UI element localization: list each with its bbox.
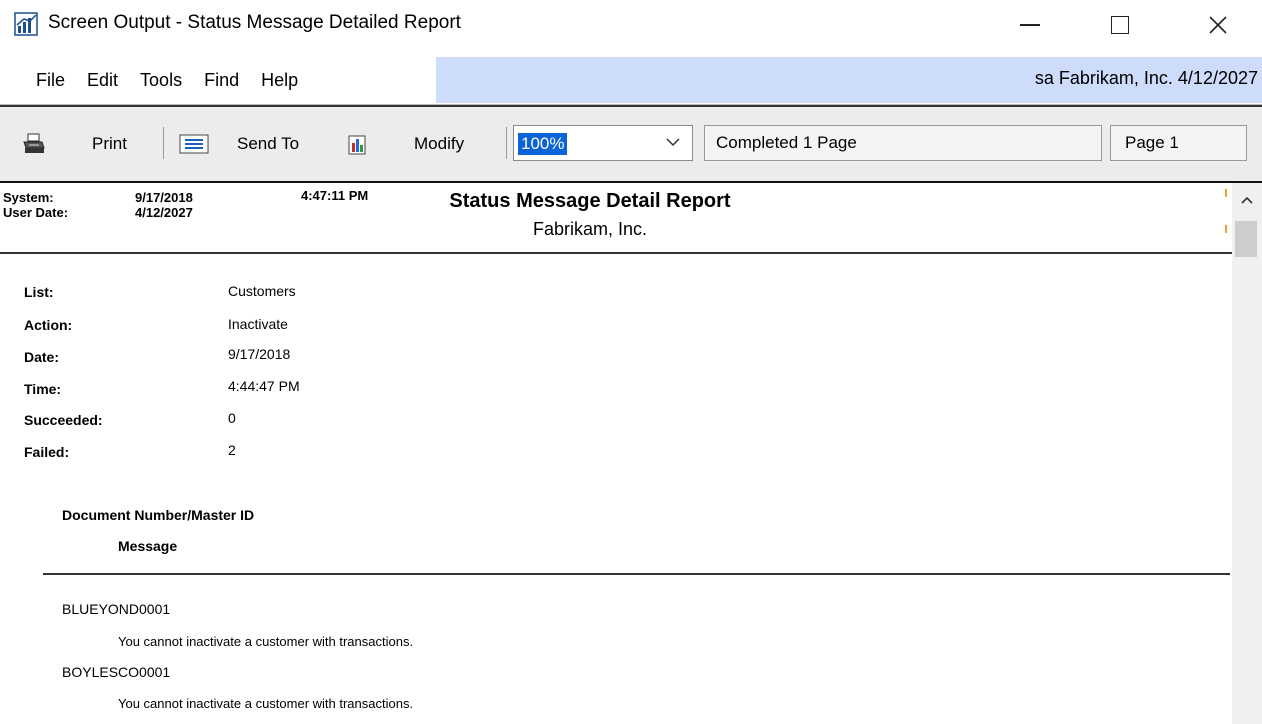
minimize-button[interactable] <box>1002 0 1058 50</box>
printer-icon <box>23 133 45 153</box>
print-label: Print <box>92 134 127 153</box>
field-value-succeeded: 0 <box>228 410 236 426</box>
chevron-down-icon <box>666 138 680 147</box>
table-row-message: You cannot inactivate a customer with tr… <box>118 696 414 711</box>
table-row-message: You cannot inactivate a customer with tr… <box>118 634 414 649</box>
page-corner-mark <box>1225 225 1227 233</box>
column-header-document: Document Number/Master ID <box>62 507 255 523</box>
modify-label: Modify <box>414 134 465 153</box>
field-label-time: Time: <box>24 381 62 397</box>
field-label-action: Action: <box>24 317 73 333</box>
modify-button[interactable]: Modify <box>348 129 464 159</box>
field-value-failed: 2 <box>228 442 236 458</box>
send-to-button[interactable]: Send To <box>179 129 299 159</box>
menu-tools[interactable]: Tools <box>140 70 182 91</box>
toolbar-separator <box>506 127 507 159</box>
print-button[interactable]: Print <box>22 129 127 159</box>
report-toolbar: Print Send To Modify 100% Completed 1 Pa… <box>0 104 1262 184</box>
field-value-date: 9/17/2018 <box>228 346 291 362</box>
menu-bar: File Edit Tools Find Help sa Fabrikam, I… <box>0 57 1262 103</box>
column-header-message: Message <box>118 538 178 554</box>
maximize-button[interactable] <box>1092 0 1148 50</box>
table-row-id: BLUEYOND0001 <box>62 601 171 617</box>
field-label-succeeded: Succeeded: <box>24 412 103 428</box>
maximize-icon <box>1111 16 1129 34</box>
minimize-icon <box>1020 24 1040 26</box>
menu-edit[interactable]: Edit <box>87 70 118 91</box>
send-to-label: Send To <box>237 134 300 153</box>
close-icon <box>1209 16 1227 34</box>
vertical-scrollbar[interactable] <box>1232 183 1262 724</box>
field-value-action: Inactivate <box>228 316 288 332</box>
status-text-box: Completed 1 Page <box>704 125 1102 161</box>
user-company-date: sa Fabrikam, Inc. 4/12/2027 <box>1034 68 1258 88</box>
scroll-thumb[interactable] <box>1235 221 1257 257</box>
close-button[interactable] <box>1190 0 1246 50</box>
menu-items: File Edit Tools Find Help <box>0 57 436 103</box>
column-divider <box>43 573 1230 575</box>
modify-icon <box>348 135 366 155</box>
bar-chart-app-icon <box>14 12 38 36</box>
page-corner-mark <box>1225 189 1227 197</box>
field-label-failed: Failed: <box>24 444 70 460</box>
user-info-bar: sa Fabrikam, Inc. 4/12/2027 <box>436 57 1262 103</box>
page-indicator: Page 1 <box>1110 125 1247 161</box>
field-value-list: Customers <box>228 283 296 299</box>
menu-find[interactable]: Find <box>204 70 239 91</box>
field-label-list: List: <box>24 284 54 300</box>
menu-help[interactable]: Help <box>261 70 298 91</box>
header-divider <box>0 252 1232 254</box>
scroll-up-button[interactable] <box>1232 183 1262 217</box>
report-page: System: 9/17/2018 4:47:11 PM User Date: … <box>0 183 1232 724</box>
title-bar: Screen Output - Status Message Detailed … <box>0 0 1262 55</box>
chevron-up-icon <box>1241 196 1253 204</box>
toolbar-separator <box>163 127 164 159</box>
zoom-value: 100% <box>518 133 568 155</box>
window-title: Screen Output - Status Message Detailed … <box>48 12 461 33</box>
table-row-id: BOYLESCO0001 <box>62 664 171 680</box>
zoom-dropdown[interactable]: 100% <box>513 125 693 161</box>
field-value-time: 4:44:47 PM <box>228 378 300 394</box>
menu-file[interactable]: File <box>36 70 65 91</box>
field-label-date: Date: <box>24 349 60 365</box>
send-to-icon <box>179 134 209 154</box>
report-title: Status Message Detail Report <box>449 190 731 212</box>
report-company: Fabrikam, Inc. <box>532 219 648 239</box>
